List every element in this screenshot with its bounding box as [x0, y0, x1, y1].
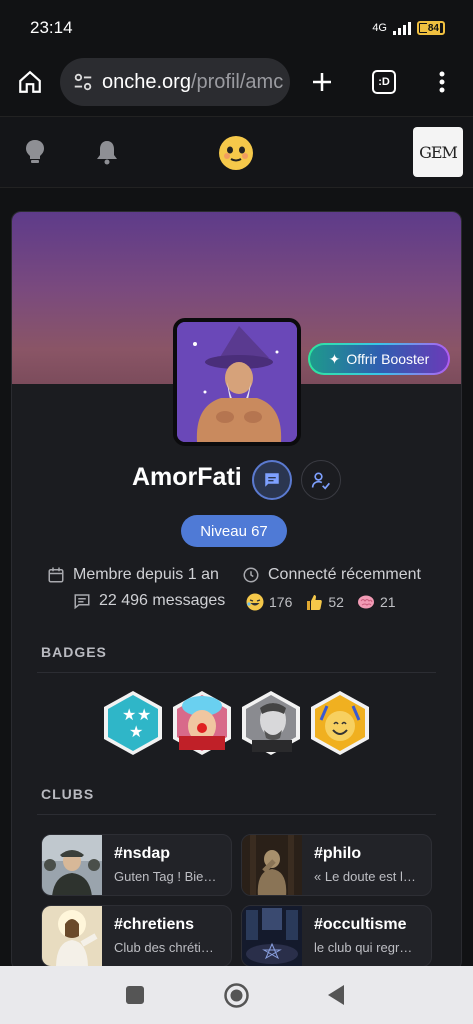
menu-kebab-icon[interactable] [428, 68, 456, 96]
brain-emoji-icon [356, 592, 376, 612]
laughing-emoji-icon [245, 592, 265, 612]
chat-icon [265, 473, 279, 487]
username: AmorFati [132, 463, 242, 491]
club-occultisme[interactable]: #occultisme le club qui regr… [241, 905, 432, 967]
badges-title: BADGES [41, 644, 107, 660]
level-badge: Niveau 67 [181, 515, 287, 547]
club-thumbnail [242, 906, 302, 966]
avatar[interactable] [173, 318, 301, 446]
club-thumbnail [42, 835, 102, 895]
network-label: 4G [372, 22, 387, 34]
status-time: 23:14 [30, 18, 73, 37]
club-desc: Club des chréti… [114, 940, 214, 955]
message-count: 22 496 messages [73, 592, 225, 610]
messages-icon [74, 594, 90, 610]
club-thumbnail [42, 906, 102, 966]
last-seen: Connecté récemment [242, 566, 421, 584]
home-circle-icon[interactable] [224, 983, 249, 1013]
lightbulb-icon[interactable] [24, 139, 46, 170]
club-thumbnail [242, 835, 302, 895]
club-name: #chretiens [114, 916, 195, 933]
new-tab-icon[interactable] [308, 68, 336, 96]
url-bar[interactable]: onche.org/profil/amc [60, 58, 290, 106]
status-bar: 23:14 4G 84 [0, 0, 473, 56]
recent-apps-icon[interactable] [126, 986, 144, 1009]
profile-card: ✦ Offrir Booster AmorFati Niveau 67 Memb… [11, 211, 462, 971]
smiley-icon[interactable] [218, 135, 254, 176]
club-name: #occultisme [314, 916, 407, 933]
club-name: #philo [314, 845, 362, 862]
clown-badge[interactable] [171, 690, 233, 756]
battery-icon: 84 [417, 21, 445, 35]
thumbs-up-icon [304, 592, 324, 612]
gigachad-badge[interactable] [240, 690, 302, 756]
club-philo[interactable]: #philo « Le doute est l… [241, 834, 432, 896]
clock-icon [243, 567, 259, 583]
club-desc: le club qui regr… [314, 940, 413, 955]
club-name: #nsdap [114, 845, 171, 862]
sparkle-icon: ✦ [328, 350, 341, 367]
club-nsdap[interactable]: #nsdap Guten Tag ! Bie… [41, 834, 232, 896]
reaction-counts: 176 52 21 [245, 592, 396, 612]
badges-divider [37, 672, 436, 673]
site-settings-icon[interactable] [72, 71, 94, 93]
offer-booster-button[interactable]: ✦ Offrir Booster [308, 343, 450, 375]
gem-logo[interactable]: GEM [413, 127, 463, 177]
clubs-divider [37, 814, 436, 815]
svg-text:★: ★ [129, 722, 143, 741]
home-icon[interactable] [16, 68, 44, 96]
url-host: onche.org [102, 70, 191, 93]
club-desc: « Le doute est l… [314, 869, 416, 884]
send-message-button[interactable] [252, 460, 292, 500]
browser-toolbar: onche.org/profil/amc :D [0, 56, 473, 114]
club-chretiens[interactable]: #chretiens Club des chréti… [41, 905, 232, 967]
site-nav: GEM [0, 116, 473, 188]
signal-icon [393, 21, 411, 35]
clubs-title: CLUBS [41, 786, 95, 802]
url-path: /profil/amc [190, 70, 284, 93]
back-icon[interactable] [327, 984, 345, 1011]
club-desc: Guten Tag ! Bie… [114, 869, 217, 884]
bell-icon[interactable] [95, 139, 119, 170]
follow-button[interactable] [301, 460, 341, 500]
member-since: Membre depuis 1 an [47, 566, 219, 584]
system-nav-bar [0, 966, 473, 1024]
calendar-icon [48, 567, 64, 583]
tab-switcher-button[interactable]: :D [370, 68, 398, 96]
celebrate-badge[interactable] [309, 690, 371, 756]
stars-badge[interactable]: ★ ★ ★ [102, 690, 164, 756]
user-check-icon [311, 472, 330, 490]
